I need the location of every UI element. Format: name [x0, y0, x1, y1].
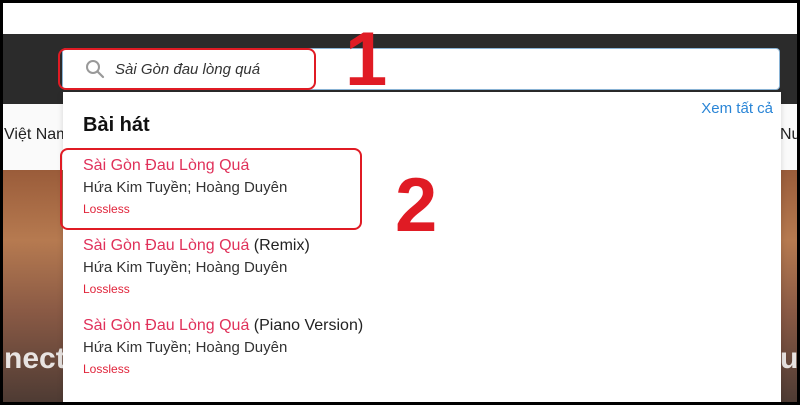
search-suggestions-dropdown: Xem tất cả Bài hát Sài Gòn Đau Lòng Quá …: [63, 92, 781, 405]
song-version: (Remix): [249, 237, 310, 254]
annotation-number-1: 1: [345, 17, 388, 102]
top-margin: [0, 0, 800, 34]
song-name[interactable]: Sài Gòn Đau Lòng Quá: [83, 317, 249, 334]
nav-item-partial[interactable]: Nu: [780, 126, 800, 144]
hero-text-right: ut: [780, 342, 800, 375]
songs-section-title: Bài hát: [83, 114, 150, 136]
lossless-badge: Lossless: [83, 362, 130, 376]
annotation-box-result: [60, 148, 362, 230]
see-all-link[interactable]: Xem tất cả: [701, 100, 773, 117]
song-artist[interactable]: Hứa Kim Tuyền; Hoàng Duyên: [83, 259, 483, 277]
annotation-box-search: [58, 48, 316, 90]
song-name[interactable]: Sài Gòn Đau Lòng Quá: [83, 237, 249, 254]
song-result[interactable]: Sài Gòn Đau Lòng Quá (Piano Version) Hứa…: [83, 316, 483, 376]
lossless-badge: Lossless: [83, 282, 130, 296]
nav-item-vietnam[interactable]: Việt Nam: [4, 126, 70, 144]
annotation-number-2: 2: [395, 163, 438, 248]
song-title[interactable]: Sài Gòn Đau Lòng Quá (Piano Version): [83, 316, 483, 336]
song-version: (Piano Version): [249, 317, 364, 334]
song-artist[interactable]: Hứa Kim Tuyền; Hoàng Duyên: [83, 339, 483, 357]
